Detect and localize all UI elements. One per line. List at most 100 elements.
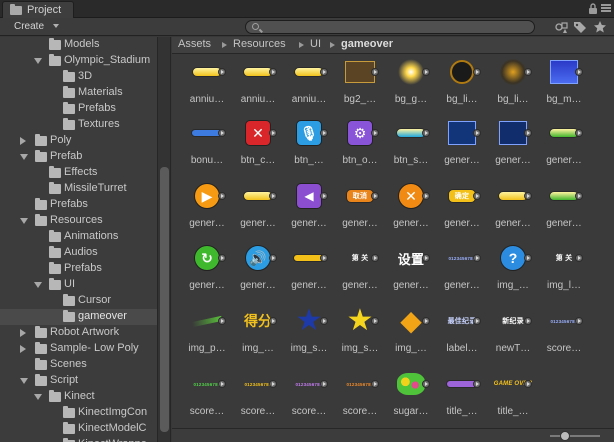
sprite-expand-icon[interactable] (218, 192, 226, 200)
tree-item[interactable]: KinectModelC (0, 421, 157, 437)
tree-item[interactable]: KinectWrappe (0, 437, 157, 442)
breadcrumb-item[interactable]: Resources (233, 38, 286, 50)
sprite-expand-icon[interactable] (269, 129, 277, 137)
sprite-expand-icon[interactable] (524, 129, 532, 137)
search-field[interactable] (245, 20, 535, 34)
tree-item[interactable]: Audios (0, 245, 157, 261)
tree-item[interactable]: 3D (0, 69, 157, 85)
expand-arrow-open-icon[interactable] (20, 218, 28, 224)
tree-item[interactable]: Sample- Low Poly (0, 341, 157, 357)
breadcrumb-item[interactable]: UI (310, 38, 321, 50)
sprite-expand-icon[interactable] (371, 192, 379, 200)
sprite-expand-icon[interactable] (575, 129, 583, 137)
filter-by-label-icon[interactable] (573, 20, 587, 34)
sprite-expand-icon[interactable] (371, 68, 379, 76)
expand-arrow-open-icon[interactable] (34, 394, 42, 400)
sprite-expand-icon[interactable] (269, 317, 277, 325)
sprite-expand-icon[interactable] (473, 380, 481, 388)
breadcrumb-item[interactable]: gameover (341, 38, 393, 50)
sprite-expand-icon[interactable] (524, 317, 532, 325)
sprite-expand-icon[interactable] (422, 68, 430, 76)
tree-item[interactable]: Cursor (0, 293, 157, 309)
sprite-expand-icon[interactable] (269, 68, 277, 76)
sprite-expand-icon[interactable] (422, 254, 430, 262)
sprite-expand-icon[interactable] (320, 254, 328, 262)
tree-item[interactable]: Prefabs (0, 261, 157, 277)
tree-item[interactable]: Effects (0, 165, 157, 181)
sprite-expand-icon[interactable] (473, 192, 481, 200)
sprite-expand-icon[interactable] (218, 254, 226, 262)
sprite-expand-icon[interactable] (371, 317, 379, 325)
sprite-expand-icon[interactable] (218, 68, 226, 76)
tree-item[interactable]: gameover (0, 309, 157, 325)
expand-arrow-open-icon[interactable] (20, 154, 28, 160)
favorites-star-icon[interactable] (593, 20, 607, 34)
sprite-expand-icon[interactable] (422, 129, 430, 137)
expand-arrow-open-icon[interactable] (20, 378, 28, 384)
sprite-expand-icon[interactable] (371, 129, 379, 137)
tree-scrollbar-thumb[interactable] (160, 167, 169, 432)
sprite-expand-icon[interactable] (473, 254, 481, 262)
tree-item[interactable]: Textures (0, 117, 157, 133)
sprite-expand-icon[interactable] (524, 380, 532, 388)
tree-item[interactable]: Materials (0, 85, 157, 101)
tree-item[interactable]: KinectImgCon (0, 405, 157, 421)
sprite-expand-icon[interactable] (575, 317, 583, 325)
sprite-expand-icon[interactable] (371, 380, 379, 388)
zoom-slider-knob[interactable] (560, 431, 570, 441)
sprite-expand-icon[interactable] (320, 68, 328, 76)
panel-menu-icon[interactable] (601, 3, 613, 14)
sprite-expand-icon[interactable] (269, 254, 277, 262)
tree-item[interactable]: Robot Artwork (0, 325, 157, 341)
zoom-slider-track[interactable] (550, 435, 600, 437)
sprite-expand-icon[interactable] (269, 380, 277, 388)
expand-arrow-closed-icon[interactable] (20, 137, 26, 145)
expand-arrow-open-icon[interactable] (34, 282, 42, 288)
tree-item[interactable]: Prefabs (0, 101, 157, 117)
expand-arrow-closed-icon[interactable] (20, 345, 26, 353)
sprite-expand-icon[interactable] (575, 254, 583, 262)
asset-item[interactable]: GAME OVER title_… (483, 368, 543, 430)
breadcrumb-item[interactable]: Assets (178, 38, 211, 50)
tree-item[interactable]: Poly (0, 133, 157, 149)
sprite-expand-icon[interactable] (320, 192, 328, 200)
sprite-expand-icon[interactable] (422, 380, 430, 388)
expand-arrow-closed-icon[interactable] (20, 329, 26, 337)
sprite-expand-icon[interactable] (320, 317, 328, 325)
sprite-expand-icon[interactable] (524, 192, 532, 200)
sprite-expand-icon[interactable] (473, 68, 481, 76)
sprite-expand-icon[interactable] (320, 380, 328, 388)
lock-icon[interactable] (588, 3, 600, 14)
sprite-expand-icon[interactable] (269, 192, 277, 200)
filter-by-type-icon[interactable] (554, 20, 568, 34)
sprite-expand-icon[interactable] (218, 317, 226, 325)
tree-item[interactable]: Script (0, 373, 157, 389)
tree-item[interactable]: Models (0, 37, 157, 53)
asset-item[interactable]: gener… (534, 117, 594, 179)
sprite-expand-icon[interactable] (371, 254, 379, 262)
tree-item[interactable]: Prefab (0, 149, 157, 165)
sprite-expand-icon[interactable] (524, 254, 532, 262)
tree-item[interactable]: Kinect (0, 389, 157, 405)
sprite-expand-icon[interactable] (575, 68, 583, 76)
tree-item[interactable]: Olympic_Stadium (0, 53, 157, 69)
sprite-expand-icon[interactable] (320, 129, 328, 137)
sprite-expand-icon[interactable] (473, 129, 481, 137)
create-dropdown-button[interactable]: Create (2, 19, 60, 34)
tree-item[interactable]: Resources (0, 213, 157, 229)
tree-item[interactable]: Prefabs (0, 197, 157, 213)
expand-arrow-open-icon[interactable] (34, 58, 42, 64)
search-input[interactable] (264, 21, 524, 33)
tree-item[interactable]: MissileTurret (0, 181, 157, 197)
asset-item[interactable]: 第 关 img_l… (534, 242, 594, 304)
sprite-expand-icon[interactable] (422, 192, 430, 200)
tree-item[interactable]: Scenes (0, 357, 157, 373)
tree-item[interactable]: UI (0, 277, 157, 293)
sprite-expand-icon[interactable] (473, 317, 481, 325)
asset-item[interactable]: 0123456789 score… (534, 305, 594, 367)
sprite-expand-icon[interactable] (422, 317, 430, 325)
project-tab[interactable]: Project (2, 1, 74, 18)
asset-item[interactable]: bg_m… (534, 56, 594, 118)
sprite-expand-icon[interactable] (218, 129, 226, 137)
sprite-expand-icon[interactable] (524, 68, 532, 76)
